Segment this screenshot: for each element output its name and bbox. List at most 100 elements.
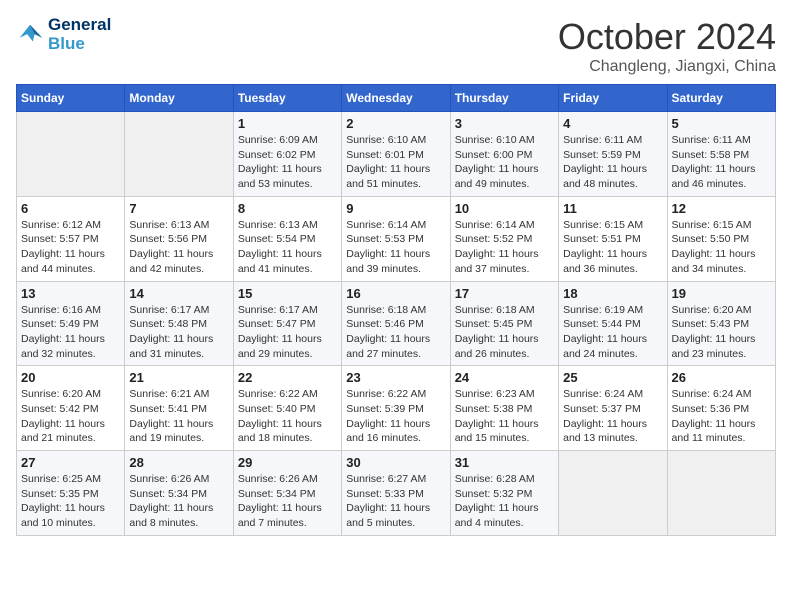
day-info: Sunrise: 6:17 AMSunset: 5:48 PMDaylight:… xyxy=(129,303,228,362)
day-number: 8 xyxy=(238,201,337,216)
day-info: Sunrise: 6:20 AMSunset: 5:42 PMDaylight:… xyxy=(21,387,120,446)
calendar-cell: 9 Sunrise: 6:14 AMSunset: 5:53 PMDaylight… xyxy=(342,196,450,281)
calendar-cell: 3 Sunrise: 6:10 AMSunset: 6:00 PMDaylight… xyxy=(450,112,558,197)
calendar-cell: 11 Sunrise: 6:15 AMSunset: 5:51 PMDayligh… xyxy=(559,196,667,281)
day-info: Sunrise: 6:19 AMSunset: 5:44 PMDaylight:… xyxy=(563,303,662,362)
calendar-cell: 6 Sunrise: 6:12 AMSunset: 5:57 PMDaylight… xyxy=(17,196,125,281)
day-number: 14 xyxy=(129,286,228,301)
day-number: 23 xyxy=(346,370,445,385)
calendar-cell: 28 Sunrise: 6:26 AMSunset: 5:34 PMDayligh… xyxy=(125,451,233,536)
calendar-week-row: 1 Sunrise: 6:09 AMSunset: 6:02 PMDaylight… xyxy=(17,112,776,197)
day-number: 21 xyxy=(129,370,228,385)
calendar-week-row: 13Sunrise: 6:16 AMSunset: 5:49 PMDayligh… xyxy=(17,281,776,366)
day-number: 18 xyxy=(563,286,662,301)
day-number: 9 xyxy=(346,201,445,216)
day-number: 30 xyxy=(346,455,445,470)
calendar-week-row: 20 Sunrise: 6:20 AMSunset: 5:42 PMDayligh… xyxy=(17,366,776,451)
day-number: 1 xyxy=(238,116,337,131)
calendar-day-header: Monday xyxy=(125,85,233,112)
day-info: Sunrise: 6:23 AMSunset: 5:38 PMDaylight:… xyxy=(455,387,554,446)
calendar-cell: 25 Sunrise: 6:24 AMSunset: 5:37 PMDayligh… xyxy=(559,366,667,451)
calendar-cell: 24 Sunrise: 6:23 AMSunset: 5:38 PMDayligh… xyxy=(450,366,558,451)
calendar-cell: 7Sunrise: 6:13 AMSunset: 5:56 PMDaylight… xyxy=(125,196,233,281)
day-number: 17 xyxy=(455,286,554,301)
day-info: Sunrise: 6:25 AMSunset: 5:35 PMDaylight:… xyxy=(21,472,120,531)
calendar-week-row: 27Sunrise: 6:25 AMSunset: 5:35 PMDayligh… xyxy=(17,451,776,536)
calendar-cell: 23 Sunrise: 6:22 AMSunset: 5:39 PMDayligh… xyxy=(342,366,450,451)
day-info: Sunrise: 6:15 AMSunset: 5:50 PMDaylight:… xyxy=(672,218,771,277)
day-info: Sunrise: 6:18 AMSunset: 5:46 PMDaylight:… xyxy=(346,303,445,362)
day-info: Sunrise: 6:16 AMSunset: 5:49 PMDaylight:… xyxy=(21,303,120,362)
calendar-cell: 4 Sunrise: 6:11 AMSunset: 5:59 PMDaylight… xyxy=(559,112,667,197)
calendar-cell: 1 Sunrise: 6:09 AMSunset: 6:02 PMDaylight… xyxy=(233,112,341,197)
day-info: Sunrise: 6:12 AMSunset: 5:57 PMDaylight:… xyxy=(21,218,120,277)
day-number: 2 xyxy=(346,116,445,131)
day-info: Sunrise: 6:22 AMSunset: 5:39 PMDaylight:… xyxy=(346,387,445,446)
calendar-cell: 29 Sunrise: 6:26 AMSunset: 5:34 PMDayligh… xyxy=(233,451,341,536)
page-header: General Blue October 2024 Changleng, Jia… xyxy=(16,16,776,76)
logo-text: General Blue xyxy=(48,16,111,53)
day-number: 25 xyxy=(563,370,662,385)
day-number: 3 xyxy=(455,116,554,131)
day-number: 24 xyxy=(455,370,554,385)
calendar-cell: 8 Sunrise: 6:13 AMSunset: 5:54 PMDaylight… xyxy=(233,196,341,281)
day-info: Sunrise: 6:26 AMSunset: 5:34 PMDaylight:… xyxy=(238,472,337,531)
calendar-cell: 20 Sunrise: 6:20 AMSunset: 5:42 PMDayligh… xyxy=(17,366,125,451)
calendar-cell xyxy=(17,112,125,197)
calendar-cell: 19Sunrise: 6:20 AMSunset: 5:43 PMDayligh… xyxy=(667,281,775,366)
day-info: Sunrise: 6:26 AMSunset: 5:34 PMDaylight:… xyxy=(129,472,228,531)
calendar-day-header: Friday xyxy=(559,85,667,112)
day-info: Sunrise: 6:22 AMSunset: 5:40 PMDaylight:… xyxy=(238,387,337,446)
day-number: 5 xyxy=(672,116,771,131)
calendar-cell: 17 Sunrise: 6:18 AMSunset: 5:45 PMDayligh… xyxy=(450,281,558,366)
day-number: 12 xyxy=(672,201,771,216)
day-number: 16 xyxy=(346,286,445,301)
day-info: Sunrise: 6:14 AMSunset: 5:52 PMDaylight:… xyxy=(455,218,554,277)
calendar-cell: 31Sunrise: 6:28 AMSunset: 5:32 PMDayligh… xyxy=(450,451,558,536)
location: Changleng, Jiangxi, China xyxy=(558,58,776,76)
calendar-cell: 16 Sunrise: 6:18 AMSunset: 5:46 PMDayligh… xyxy=(342,281,450,366)
day-info: Sunrise: 6:13 AMSunset: 5:54 PMDaylight:… xyxy=(238,218,337,277)
calendar-cell xyxy=(125,112,233,197)
calendar-cell: 27Sunrise: 6:25 AMSunset: 5:35 PMDayligh… xyxy=(17,451,125,536)
calendar-cell: 2 Sunrise: 6:10 AMSunset: 6:01 PMDaylight… xyxy=(342,112,450,197)
calendar-cell: 5Sunrise: 6:11 AMSunset: 5:58 PMDaylight… xyxy=(667,112,775,197)
calendar-cell: 18 Sunrise: 6:19 AMSunset: 5:44 PMDayligh… xyxy=(559,281,667,366)
calendar-cell: 14 Sunrise: 6:17 AMSunset: 5:48 PMDayligh… xyxy=(125,281,233,366)
calendar-week-row: 6 Sunrise: 6:12 AMSunset: 5:57 PMDaylight… xyxy=(17,196,776,281)
calendar-table: SundayMondayTuesdayWednesdayThursdayFrid… xyxy=(16,84,776,536)
calendar-cell: 26Sunrise: 6:24 AMSunset: 5:36 PMDayligh… xyxy=(667,366,775,451)
day-info: Sunrise: 6:13 AMSunset: 5:56 PMDaylight:… xyxy=(129,218,228,277)
calendar-day-header: Saturday xyxy=(667,85,775,112)
day-number: 20 xyxy=(21,370,120,385)
calendar-day-header: Thursday xyxy=(450,85,558,112)
day-info: Sunrise: 6:21 AMSunset: 5:41 PMDaylight:… xyxy=(129,387,228,446)
day-info: Sunrise: 6:28 AMSunset: 5:32 PMDaylight:… xyxy=(455,472,554,531)
calendar-day-header: Tuesday xyxy=(233,85,341,112)
day-number: 6 xyxy=(21,201,120,216)
day-info: Sunrise: 6:18 AMSunset: 5:45 PMDaylight:… xyxy=(455,303,554,362)
day-info: Sunrise: 6:17 AMSunset: 5:47 PMDaylight:… xyxy=(238,303,337,362)
calendar-cell: 22 Sunrise: 6:22 AMSunset: 5:40 PMDayligh… xyxy=(233,366,341,451)
day-info: Sunrise: 6:10 AMSunset: 6:00 PMDaylight:… xyxy=(455,133,554,192)
day-info: Sunrise: 6:14 AMSunset: 5:53 PMDaylight:… xyxy=(346,218,445,277)
day-number: 19 xyxy=(672,286,771,301)
calendar-header-row: SundayMondayTuesdayWednesdayThursdayFrid… xyxy=(17,85,776,112)
calendar-cell: 15Sunrise: 6:17 AMSunset: 5:47 PMDayligh… xyxy=(233,281,341,366)
calendar-cell: 13Sunrise: 6:16 AMSunset: 5:49 PMDayligh… xyxy=(17,281,125,366)
day-info: Sunrise: 6:24 AMSunset: 5:37 PMDaylight:… xyxy=(563,387,662,446)
day-info: Sunrise: 6:15 AMSunset: 5:51 PMDaylight:… xyxy=(563,218,662,277)
day-info: Sunrise: 6:10 AMSunset: 6:01 PMDaylight:… xyxy=(346,133,445,192)
day-number: 11 xyxy=(563,201,662,216)
calendar-cell: 30Sunrise: 6:27 AMSunset: 5:33 PMDayligh… xyxy=(342,451,450,536)
calendar-cell: 12 Sunrise: 6:15 AMSunset: 5:50 PMDayligh… xyxy=(667,196,775,281)
day-info: Sunrise: 6:24 AMSunset: 5:36 PMDaylight:… xyxy=(672,387,771,446)
day-number: 4 xyxy=(563,116,662,131)
day-info: Sunrise: 6:09 AMSunset: 6:02 PMDaylight:… xyxy=(238,133,337,192)
calendar-cell xyxy=(667,451,775,536)
title-block: October 2024 Changleng, Jiangxi, China xyxy=(558,16,776,76)
day-number: 28 xyxy=(129,455,228,470)
day-number: 22 xyxy=(238,370,337,385)
day-number: 29 xyxy=(238,455,337,470)
day-info: Sunrise: 6:11 AMSunset: 5:59 PMDaylight:… xyxy=(563,133,662,192)
